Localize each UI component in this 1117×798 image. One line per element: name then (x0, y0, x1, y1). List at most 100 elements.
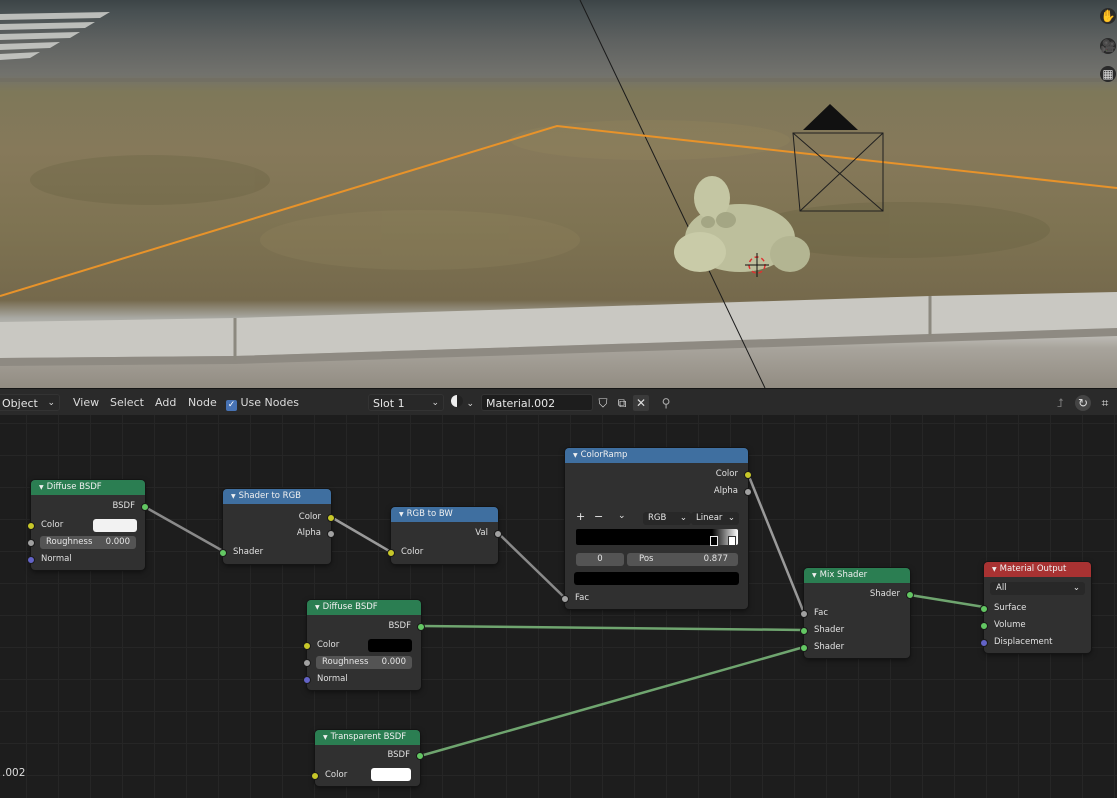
input-socket-shader-2[interactable] (800, 644, 808, 652)
color-mode-dropdown[interactable]: RGB ⌄ (643, 512, 691, 525)
input-socket-normal[interactable] (27, 556, 35, 564)
close-icon[interactable]: ✕ (633, 395, 649, 411)
color-swatch[interactable] (93, 519, 137, 532)
roughness-field[interactable]: Roughness 0.000 (40, 536, 136, 549)
output-label: Shader (869, 589, 900, 599)
input-socket-color[interactable] (27, 522, 35, 530)
node-shader-to-rgb[interactable]: ▼ Shader to RGB Color Alpha Shader (219, 489, 335, 564)
slot-dropdown[interactable]: Slot 1 ⌄ (368, 394, 444, 411)
node-title: Diffuse BSDF (322, 602, 378, 612)
input-socket-fac[interactable] (800, 610, 808, 618)
roughness-value: 0.000 (381, 657, 406, 667)
node-header[interactable]: ▼ Material Output (984, 562, 1091, 577)
menu-view[interactable]: View (73, 394, 99, 411)
color-swatch[interactable] (368, 639, 412, 652)
interpolation-dropdown[interactable]: Linear ⌄ (691, 512, 739, 525)
ramp-menu-chevron-icon[interactable]: ⌄ (618, 511, 626, 521)
node-mix-shader[interactable]: ▼ Mix Shader Shader Fac Shader Shader (800, 568, 914, 658)
collapse-arrow-icon[interactable]: ▼ (231, 493, 236, 500)
normal-label: Normal (41, 554, 72, 564)
node-header[interactable]: ▼ RGB to BW (391, 507, 498, 522)
pin-icon[interactable]: ⚲ (658, 395, 674, 411)
slot-label: Slot 1 (373, 397, 405, 410)
node-material-output[interactable]: ▼ Material Output All ⌄ Surface Volume Di… (980, 562, 1091, 653)
collapse-arrow-icon[interactable]: ▼ (39, 484, 44, 491)
input-label-fac: Fac (575, 593, 589, 603)
output-socket-val[interactable] (494, 530, 502, 538)
viewport-scene (0, 0, 1117, 388)
input-socket-surface[interactable] (980, 605, 988, 613)
checkbox-checked-icon[interactable]: ✓ (226, 400, 237, 411)
node-diffuse-bsdf-1[interactable]: ▼ Diffuse BSDF BSDF Color Roughness 0.000… (27, 480, 149, 570)
output-socket-bsdf[interactable] (417, 623, 425, 631)
input-socket-shader[interactable] (219, 549, 227, 557)
node-header[interactable]: ▼ Shader to RGB (223, 489, 331, 504)
node-diffuse-bsdf-2[interactable]: ▼ Diffuse BSDF BSDF Color Roughness 0.000… (303, 600, 425, 690)
mode-dropdown[interactable]: Object ⌄ (0, 394, 60, 411)
snap-grid-icon[interactable]: ⌗ (1097, 395, 1113, 411)
stop-color-swatch[interactable] (574, 572, 739, 585)
grid-icon[interactable]: ▦ (1100, 66, 1116, 82)
collapse-arrow-icon[interactable]: ▼ (812, 572, 817, 579)
duplicate-material-icon[interactable]: ⧉ (614, 395, 630, 411)
output-socket-shader[interactable] (906, 591, 914, 599)
node-header[interactable]: ▼ Diffuse BSDF (307, 600, 421, 615)
hand-icon[interactable]: ✋ (1100, 8, 1116, 24)
suzanne-mesh[interactable] (674, 176, 810, 272)
target-dropdown[interactable]: All ⌄ (990, 582, 1085, 595)
node-header[interactable]: ▼ Transparent BSDF (315, 730, 420, 745)
color-swatch[interactable] (371, 768, 411, 781)
collapse-arrow-icon[interactable]: ▼ (323, 734, 328, 741)
menu-add[interactable]: Add (155, 394, 176, 411)
collapse-arrow-icon[interactable]: ▼ (315, 604, 320, 611)
node-colorramp[interactable]: ▼ ColorRamp Color Alpha + − ⌄ RGB ⌄ Linea… (561, 448, 752, 609)
link-shader2rgb-to-rgb2bw (329, 515, 393, 554)
menu-node[interactable]: Node (188, 394, 217, 411)
input-label-shader-1: Shader (814, 625, 845, 635)
ramp-stop-handle-black[interactable] (710, 536, 718, 546)
output-socket-alpha[interactable] (744, 488, 752, 496)
node-header[interactable]: ▼ Diffuse BSDF (31, 480, 145, 495)
stop-index-field[interactable]: 0 (576, 553, 624, 566)
use-nodes-toggle[interactable]: ✓ Use Nodes (226, 394, 299, 411)
input-socket-shader-1[interactable] (800, 627, 808, 635)
input-socket-color[interactable] (387, 549, 395, 557)
material-browse-button[interactable]: ⌄ (451, 394, 474, 411)
material-name-field[interactable]: Material.002 (481, 394, 593, 411)
snap-icon[interactable]: ↻ (1075, 395, 1091, 411)
output-socket-color[interactable] (327, 514, 335, 522)
node-header[interactable]: ▼ Mix Shader (804, 568, 910, 583)
input-socket-roughness[interactable] (303, 659, 311, 667)
pos-field[interactable]: Pos 0.877 (627, 553, 738, 566)
input-socket-fac[interactable] (561, 595, 569, 603)
parent-node-tree-icon[interactable]: ⮥ (1052, 395, 1068, 411)
remove-stop-button[interactable]: − (594, 510, 603, 523)
input-socket-volume[interactable] (980, 622, 988, 630)
camera-icon[interactable]: 🎥 (1100, 38, 1116, 54)
node-header[interactable]: ▼ ColorRamp (565, 448, 748, 463)
3d-viewport[interactable]: ✋ 🎥 ▦ (0, 0, 1117, 388)
roughness-field[interactable]: Roughness 0.000 (316, 656, 412, 669)
output-socket-color[interactable] (744, 471, 752, 479)
pos-label: Pos (639, 554, 654, 564)
output-label-alpha: Alpha (713, 486, 738, 496)
output-socket-bsdf[interactable] (141, 503, 149, 511)
input-socket-displacement[interactable] (980, 639, 988, 647)
menu-select[interactable]: Select (110, 394, 144, 411)
ramp-stop-handle-white[interactable] (728, 536, 736, 546)
output-socket-alpha[interactable] (327, 530, 335, 538)
node-rgb-to-bw[interactable]: ▼ RGB to BW Val Color (387, 507, 502, 564)
output-socket-bsdf[interactable] (416, 752, 424, 760)
collapse-arrow-icon[interactable]: ▼ (992, 566, 997, 573)
fake-user-shield-icon[interactable]: ⛉ (595, 395, 611, 411)
node-transparent-bsdf[interactable]: ▼ Transparent BSDF BSDF Color (311, 730, 424, 786)
input-socket-normal[interactable] (303, 676, 311, 684)
output-label: BSDF (387, 750, 410, 760)
add-stop-button[interactable]: + (576, 510, 585, 523)
input-socket-color[interactable] (303, 642, 311, 650)
collapse-arrow-icon[interactable]: ▼ (573, 452, 578, 459)
collapse-arrow-icon[interactable]: ▼ (399, 511, 404, 518)
input-label-fac: Fac (814, 608, 828, 618)
input-socket-roughness[interactable] (27, 539, 35, 547)
input-socket-color[interactable] (311, 772, 319, 780)
